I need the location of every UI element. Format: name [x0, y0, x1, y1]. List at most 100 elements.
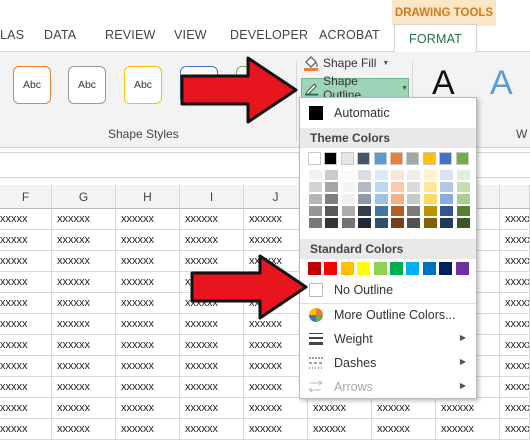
- theme-shade-swatch[interactable]: [374, 218, 388, 228]
- grid-cell[interactable]: xxxxxx: [372, 419, 436, 440]
- grid-cell[interactable]: xxxxxx: [500, 272, 530, 293]
- tab-format[interactable]: FORMAT: [394, 24, 478, 53]
- tab-acrobat[interactable]: ACROBAT: [319, 28, 380, 50]
- theme-shade-swatch[interactable]: [423, 170, 437, 180]
- grid-cell[interactable]: xxxxxx: [116, 335, 180, 356]
- grid-cell[interactable]: xxxxxx: [52, 314, 116, 335]
- theme-shade-swatch[interactable]: [391, 218, 404, 228]
- theme-color-swatch[interactable]: [439, 152, 453, 165]
- theme-shade-swatch[interactable]: [440, 194, 454, 204]
- grid-cell[interactable]: xxxxxx: [116, 251, 180, 272]
- grid-cell[interactable]: xxxxx: [0, 293, 52, 314]
- grid-cell[interactable]: xxxxx: [0, 377, 52, 398]
- theme-shade-swatch[interactable]: [309, 194, 322, 204]
- column-header[interactable]: G: [52, 185, 116, 209]
- grid-cell[interactable]: xxxxxx: [52, 335, 116, 356]
- theme-shade-swatch[interactable]: [309, 206, 322, 216]
- grid-cell[interactable]: xxxxxx: [500, 293, 530, 314]
- grid-cell[interactable]: xxxxxx: [436, 419, 500, 440]
- theme-shade-swatch[interactable]: [341, 206, 355, 216]
- grid-cell[interactable]: xxxxxx: [244, 398, 308, 419]
- theme-shade-swatch[interactable]: [325, 182, 339, 192]
- tab-developer[interactable]: DEVELOPER: [230, 28, 308, 50]
- standard-color-swatch[interactable]: [373, 262, 387, 275]
- tab-formulas[interactable]: LAS: [0, 28, 24, 50]
- grid-cell[interactable]: xxxxxx: [500, 314, 530, 335]
- theme-shade-swatch[interactable]: [309, 218, 322, 228]
- grid-cell[interactable]: xxxxxx: [244, 419, 308, 440]
- theme-shade-swatch[interactable]: [423, 182, 437, 192]
- grid-cell[interactable]: xxxxxx: [500, 356, 530, 377]
- theme-color-swatch[interactable]: [357, 152, 371, 165]
- grid-cell[interactable]: xxxxxx: [372, 398, 436, 419]
- standard-color-swatch[interactable]: [439, 262, 453, 275]
- theme-shade-swatch[interactable]: [341, 194, 355, 204]
- theme-color-swatch[interactable]: [406, 152, 420, 165]
- theme-color-swatch[interactable]: [340, 152, 354, 165]
- grid-cell[interactable]: xxxxx: [0, 398, 52, 419]
- theme-shade-swatch[interactable]: [456, 218, 470, 228]
- grid-cell[interactable]: xxxxx: [0, 335, 52, 356]
- theme-shade-swatch[interactable]: [325, 194, 339, 204]
- grid-cell[interactable]: xxxxxx: [180, 230, 244, 251]
- grid-cell[interactable]: xxxxxx: [436, 398, 500, 419]
- theme-shade-swatch[interactable]: [325, 218, 339, 228]
- grid-cell[interactable]: xxxxxx: [52, 356, 116, 377]
- menu-item-dashes[interactable]: Dashes ▶: [300, 352, 476, 374]
- grid-cell[interactable]: xxxxx: [0, 314, 52, 335]
- grid-cell[interactable]: xxxxxx: [180, 419, 244, 440]
- shape-style-gold[interactable]: Abc: [124, 66, 162, 104]
- standard-color-swatch[interactable]: [357, 262, 371, 275]
- theme-shade-swatch[interactable]: [407, 182, 421, 192]
- theme-shade-swatch[interactable]: [407, 170, 421, 180]
- standard-color-swatch[interactable]: [390, 262, 403, 275]
- standard-color-swatch[interactable]: [324, 262, 338, 275]
- grid-cell[interactable]: xxxxxx: [116, 314, 180, 335]
- theme-color-swatch[interactable]: [373, 152, 387, 165]
- grid-cell[interactable]: xxxxx: [0, 419, 52, 440]
- theme-shade-swatch[interactable]: [309, 170, 322, 180]
- grid-cell[interactable]: xxxxxx: [116, 293, 180, 314]
- theme-shade-swatch[interactable]: [407, 218, 421, 228]
- menu-item-automatic[interactable]: Automatic: [300, 102, 476, 124]
- theme-shade-swatch[interactable]: [341, 218, 355, 228]
- grid-cell[interactable]: xxxxxx: [52, 398, 116, 419]
- shape-style-gray[interactable]: Abc: [68, 66, 106, 104]
- grid-cell[interactable]: xxxxx: [0, 272, 52, 293]
- grid-cell[interactable]: xxxxxx: [180, 377, 244, 398]
- grid-cell[interactable]: xxxxxx: [52, 293, 116, 314]
- grid-cell[interactable]: xxxxxx: [500, 419, 530, 440]
- grid-cell[interactable]: xxxxxx: [180, 398, 244, 419]
- column-header[interactable]: I: [180, 185, 244, 209]
- standard-color-swatch[interactable]: [455, 262, 469, 275]
- theme-shade-swatch[interactable]: [374, 182, 388, 192]
- theme-shade-swatch[interactable]: [391, 206, 404, 216]
- tab-view[interactable]: VIEW: [174, 28, 207, 50]
- theme-color-swatch[interactable]: [422, 152, 436, 165]
- grid-cell[interactable]: xxxxx: [0, 209, 52, 230]
- theme-shade-swatch[interactable]: [374, 170, 388, 180]
- theme-shade-swatch[interactable]: [440, 182, 454, 192]
- theme-shade-swatch[interactable]: [440, 206, 454, 216]
- theme-shade-swatch[interactable]: [456, 170, 470, 180]
- theme-shade-swatch[interactable]: [358, 218, 372, 228]
- theme-shade-swatch[interactable]: [374, 206, 388, 216]
- grid-cell[interactable]: xxxxxx: [116, 419, 180, 440]
- theme-shade-swatch[interactable]: [358, 206, 372, 216]
- theme-shade-swatch[interactable]: [456, 194, 470, 204]
- standard-color-swatch[interactable]: [406, 262, 420, 275]
- theme-shade-swatch[interactable]: [341, 170, 355, 180]
- grid-cell[interactable]: xxxxxx: [116, 356, 180, 377]
- menu-item-more-outline-colors[interactable]: More Outline Colors...: [300, 304, 476, 326]
- grid-cell[interactable]: xxxxxx: [116, 272, 180, 293]
- column-header[interactable]: H: [116, 185, 180, 209]
- theme-shade-swatch[interactable]: [423, 194, 437, 204]
- grid-cell[interactable]: xxxxxx: [180, 335, 244, 356]
- grid-cell[interactable]: xxxxxx: [52, 272, 116, 293]
- grid-cell[interactable]: xxxxxx: [116, 398, 180, 419]
- grid-cell[interactable]: xxxxxx: [52, 251, 116, 272]
- theme-shade-swatch[interactable]: [440, 218, 454, 228]
- column-header[interactable]: [500, 185, 530, 209]
- theme-color-swatch[interactable]: [308, 152, 321, 165]
- theme-shade-swatch[interactable]: [391, 170, 404, 180]
